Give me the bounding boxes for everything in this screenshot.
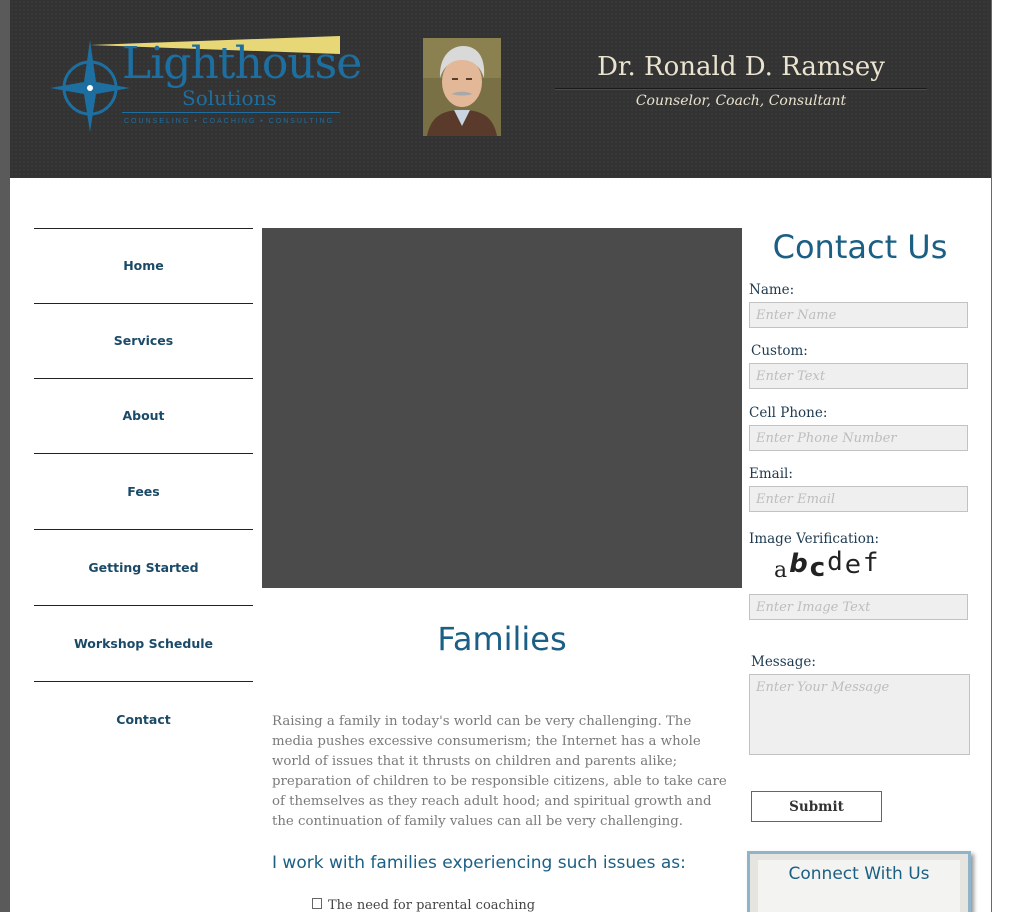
captcha-char: b	[789, 549, 808, 579]
right-gutter	[991, 0, 1023, 912]
intro-paragraph: Raising a family in today's world can be…	[272, 714, 727, 829]
page: Lighthouse Solutions COUNSELING • COACHI…	[10, 0, 991, 912]
nav-item-about[interactable]: About	[34, 378, 253, 453]
message-field[interactable]	[749, 674, 970, 755]
list-item: The need for parental coaching	[312, 898, 732, 912]
verification-label: Image Verification:	[749, 531, 880, 547]
doctor-portrait	[423, 38, 501, 136]
captcha-char: d	[827, 547, 843, 577]
bullet-icon	[312, 898, 322, 909]
nav-item-workshop-schedule[interactable]: Workshop Schedule	[34, 605, 253, 681]
compass-icon	[50, 40, 130, 132]
logo-tagline: COUNSELING • COACHING • CONSULTING	[124, 118, 335, 125]
logo-subtitle: Solutions	[182, 86, 277, 110]
name-field[interactable]	[749, 302, 968, 328]
list-item-text: The need for parental coaching	[328, 898, 536, 912]
connect-widget: Connect With Us	[747, 851, 971, 912]
captcha-image: abcdef	[774, 547, 880, 583]
custom-field[interactable]	[749, 363, 968, 389]
name-label: Name:	[749, 282, 795, 298]
logo-title: Lighthouse	[122, 38, 362, 89]
hero-slideshow[interactable]	[262, 228, 742, 588]
contact-title: Contact Us	[772, 228, 948, 266]
doctor-name: Dr. Ronald D. Ramsey	[597, 52, 885, 82]
doctor-subtitle: Counselor, Coach, Consultant	[635, 93, 847, 109]
page-edge	[991, 0, 992, 912]
connect-title: Connect With Us	[788, 864, 930, 884]
submit-button[interactable]: Submit	[751, 791, 882, 822]
captcha-char: f	[862, 548, 879, 578]
verification-field[interactable]	[749, 594, 968, 620]
email-label: Email:	[749, 466, 793, 482]
email-field[interactable]	[749, 486, 968, 512]
page-title: Families	[437, 620, 567, 658]
nav-item-services[interactable]: Services	[34, 303, 253, 378]
nav-item-home[interactable]: Home	[34, 228, 253, 303]
message-label: Message:	[751, 654, 816, 670]
logo-rule	[122, 112, 340, 113]
captcha-char: a	[774, 558, 788, 583]
side-navigation: Home Services About Fees Getting Started…	[34, 228, 253, 757]
header-divider	[555, 88, 927, 90]
portrait-image	[423, 38, 501, 136]
nav-item-getting-started[interactable]: Getting Started	[34, 529, 253, 605]
phone-field[interactable]	[749, 425, 968, 451]
nav-item-fees[interactable]: Fees	[34, 453, 253, 529]
lighthouse-logo[interactable]: Lighthouse Solutions COUNSELING • COACHI…	[50, 32, 362, 132]
nav-item-contact[interactable]: Contact	[34, 681, 253, 757]
captcha-char: c	[809, 553, 826, 583]
site-header: Lighthouse Solutions COUNSELING • COACHI…	[10, 0, 991, 178]
issues-heading: I work with families experiencing such i…	[272, 853, 686, 873]
captcha-char: e	[844, 550, 861, 580]
phone-label: Cell Phone:	[749, 405, 828, 421]
custom-label: Custom:	[751, 343, 808, 359]
